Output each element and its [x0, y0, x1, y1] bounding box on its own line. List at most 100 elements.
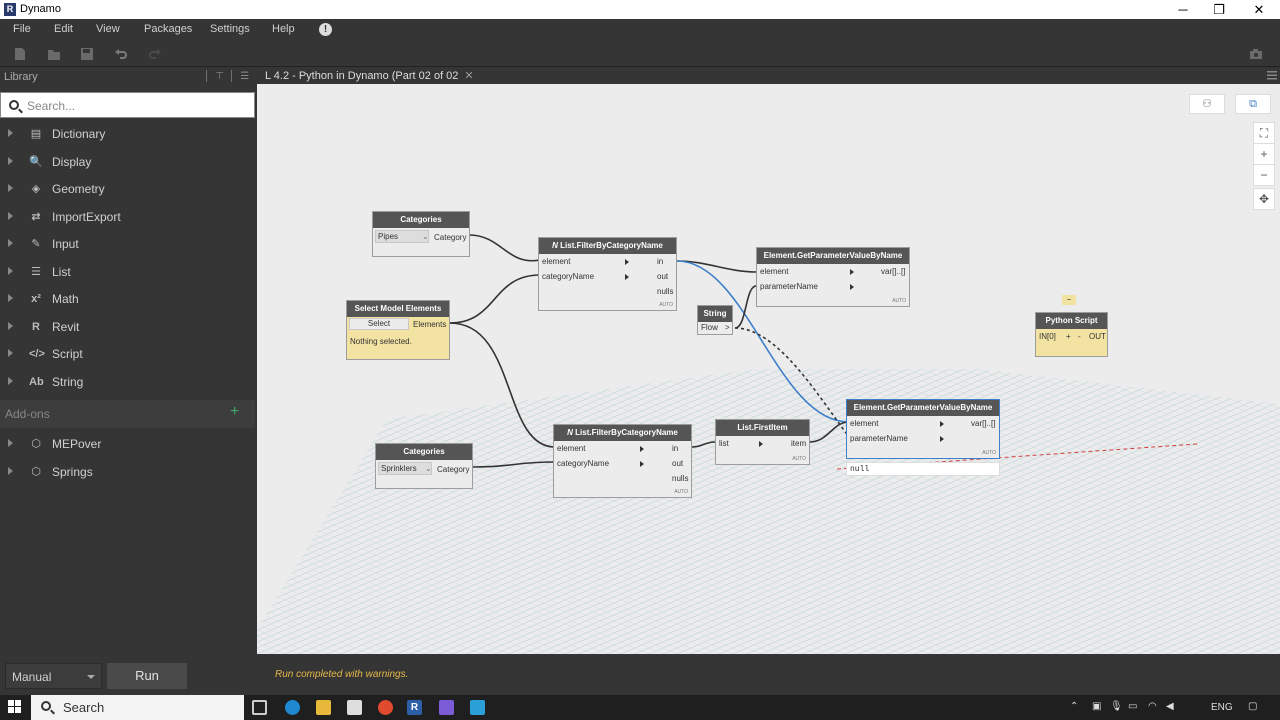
- input-port-element[interactable]: element: [850, 419, 878, 428]
- output-port-category[interactable]: Category: [437, 465, 469, 474]
- store-icon[interactable]: [347, 700, 362, 715]
- library-view-icons[interactable]: │⊤│☰: [204, 71, 254, 82]
- expand-arrow-icon[interactable]: [8, 321, 13, 330]
- expand-arrow-icon[interactable]: [8, 211, 13, 220]
- input-port-parametername[interactable]: parameterName: [850, 434, 908, 443]
- output-port-var[interactable]: var[]..[]: [881, 267, 905, 276]
- input-port-element[interactable]: element: [760, 267, 788, 276]
- windows-start-icon[interactable]: [8, 700, 22, 714]
- node-categories-pipes[interactable]: Categories Pipes ⌄ Category: [372, 211, 470, 257]
- output-port-nulls[interactable]: nulls: [657, 287, 673, 296]
- expand-arrow-icon[interactable]: [8, 466, 13, 475]
- tab-close-icon[interactable]: ✕: [464, 70, 473, 82]
- file-explorer-icon[interactable]: [316, 700, 331, 715]
- camera-icon[interactable]: [1249, 47, 1263, 61]
- restore-button[interactable]: ❐: [1200, 0, 1238, 19]
- network-icon[interactable]: ▣: [1092, 701, 1101, 712]
- addon-item-springs[interactable]: ⬡ Springs: [0, 459, 255, 486]
- add-input-button[interactable]: +: [1066, 332, 1071, 341]
- tab-menu-icon[interactable]: [1267, 71, 1277, 80]
- input-port-parametername[interactable]: parameterName: [760, 282, 818, 291]
- input-port-list[interactable]: list: [719, 439, 729, 448]
- string-value[interactable]: Flow: [701, 323, 718, 332]
- library-item-list[interactable]: ☰ List: [0, 259, 255, 286]
- close-button[interactable]: ✕: [1240, 0, 1278, 19]
- output-port-in[interactable]: in: [672, 444, 678, 453]
- node-warning-tag[interactable]: −: [1062, 295, 1076, 305]
- node-filter-by-category-1[interactable]: N List.FilterByCategoryName element cate…: [538, 237, 677, 311]
- new-file-icon[interactable]: [13, 47, 27, 61]
- revit-icon[interactable]: R: [407, 700, 422, 715]
- output-port-out[interactable]: OUT: [1089, 332, 1106, 341]
- run-mode-select[interactable]: Manual: [5, 663, 102, 689]
- category-dropdown[interactable]: Sprinklers ⌄: [378, 462, 432, 475]
- node-get-parameter-1[interactable]: Element.GetParameterValueByName element …: [756, 247, 910, 307]
- node-get-parameter-2[interactable]: Element.GetParameterValueByName element …: [846, 399, 1000, 459]
- save-icon[interactable]: [80, 47, 94, 61]
- tab-workspace[interactable]: L 4.2 - Python in Dynamo (Part 02 of 02 ✕: [259, 67, 480, 84]
- expand-arrow-icon[interactable]: [8, 349, 13, 357]
- output-port-elements[interactable]: Elements: [413, 320, 446, 329]
- output-port-in[interactable]: in: [657, 257, 663, 266]
- taskbar-search[interactable]: Search: [31, 695, 244, 720]
- library-search[interactable]: [0, 92, 255, 118]
- library-item-geometry[interactable]: ◈ Geometry: [0, 176, 255, 203]
- expand-arrow-icon[interactable]: [8, 156, 13, 165]
- node-string[interactable]: String Flow >: [697, 305, 733, 335]
- addon-item-mepover[interactable]: ⬡ MEPover: [0, 431, 255, 458]
- node-select-model-elements[interactable]: Select Model Elements Select Elements No…: [346, 300, 450, 360]
- expand-arrow-icon[interactable]: [8, 294, 13, 302]
- expand-arrow-icon[interactable]: [8, 239, 13, 247]
- minimize-button[interactable]: ─: [1164, 0, 1202, 19]
- expand-arrow-icon[interactable]: [8, 184, 13, 192]
- library-item-importexport[interactable]: ⇄ ImportExport: [0, 204, 255, 231]
- notifications-icon[interactable]: ▢: [1248, 701, 1257, 712]
- zoom-out-button[interactable]: −: [1253, 164, 1275, 186]
- video-app-icon[interactable]: [439, 700, 454, 715]
- library-item-input[interactable]: ✎ Input: [0, 231, 255, 258]
- microphone-icon[interactable]: 🎙: [1110, 701, 1123, 712]
- remove-input-button[interactable]: -: [1078, 332, 1081, 341]
- expand-arrow-icon[interactable]: [8, 376, 13, 385]
- library-item-display[interactable]: 🔍 Display: [0, 149, 255, 176]
- output-port-string[interactable]: >: [725, 323, 730, 332]
- menu-packages[interactable]: Packages: [144, 23, 192, 35]
- graph-view-toggle[interactable]: ⧉: [1235, 94, 1271, 114]
- input-port-element[interactable]: element: [557, 444, 585, 453]
- output-port-category[interactable]: Category: [434, 233, 466, 242]
- library-item-math[interactable]: x² Math: [0, 286, 255, 313]
- input-port-element[interactable]: element: [542, 257, 570, 266]
- node-filter-by-category-2[interactable]: N List.FilterByCategoryName element cate…: [553, 424, 692, 498]
- node-categories-sprinklers[interactable]: Categories Sprinklers ⌄ Category: [375, 443, 473, 489]
- output-port-nulls[interactable]: nulls: [672, 474, 688, 483]
- node-list-first-item[interactable]: List.FirstItem list item AUTO: [715, 419, 810, 465]
- expand-arrow-icon[interactable]: [8, 266, 13, 275]
- output-port-var[interactable]: var[]..[]: [971, 419, 995, 428]
- tray-chevron-icon[interactable]: ⌃: [1070, 701, 1078, 712]
- redo-icon[interactable]: [148, 47, 162, 61]
- app-icon[interactable]: [470, 700, 485, 715]
- notification-icon[interactable]: !: [319, 23, 332, 36]
- language-indicator[interactable]: ENG: [1211, 702, 1233, 713]
- node-python-script[interactable]: Python Script IN[0] + - OUT: [1035, 312, 1108, 357]
- output-port-item[interactable]: item: [791, 439, 806, 448]
- pan-button[interactable]: ✥: [1253, 188, 1275, 210]
- menu-view[interactable]: View: [96, 23, 120, 35]
- battery-icon[interactable]: ▭: [1128, 701, 1137, 712]
- task-view-icon[interactable]: [252, 700, 267, 715]
- expand-arrow-icon[interactable]: [8, 439, 13, 447]
- output-port-out[interactable]: out: [672, 459, 683, 468]
- menu-help[interactable]: Help: [272, 23, 295, 35]
- output-port-out[interactable]: out: [657, 272, 668, 281]
- edge-icon[interactable]: [285, 700, 300, 715]
- input-port-in0[interactable]: IN[0]: [1039, 332, 1056, 341]
- zoom-in-button[interactable]: +: [1253, 143, 1275, 165]
- library-search-input[interactable]: [27, 97, 247, 114]
- library-item-dictionary[interactable]: ▤ Dictionary: [0, 121, 255, 148]
- library-item-revit[interactable]: R Revit: [0, 314, 255, 341]
- input-port-categoryname[interactable]: categoryName: [557, 459, 609, 468]
- chrome-icon[interactable]: [378, 700, 393, 715]
- volume-icon[interactable]: ◀: [1166, 701, 1174, 712]
- menu-settings[interactable]: Settings: [210, 23, 250, 35]
- library-item-string[interactable]: Ab String: [0, 369, 255, 396]
